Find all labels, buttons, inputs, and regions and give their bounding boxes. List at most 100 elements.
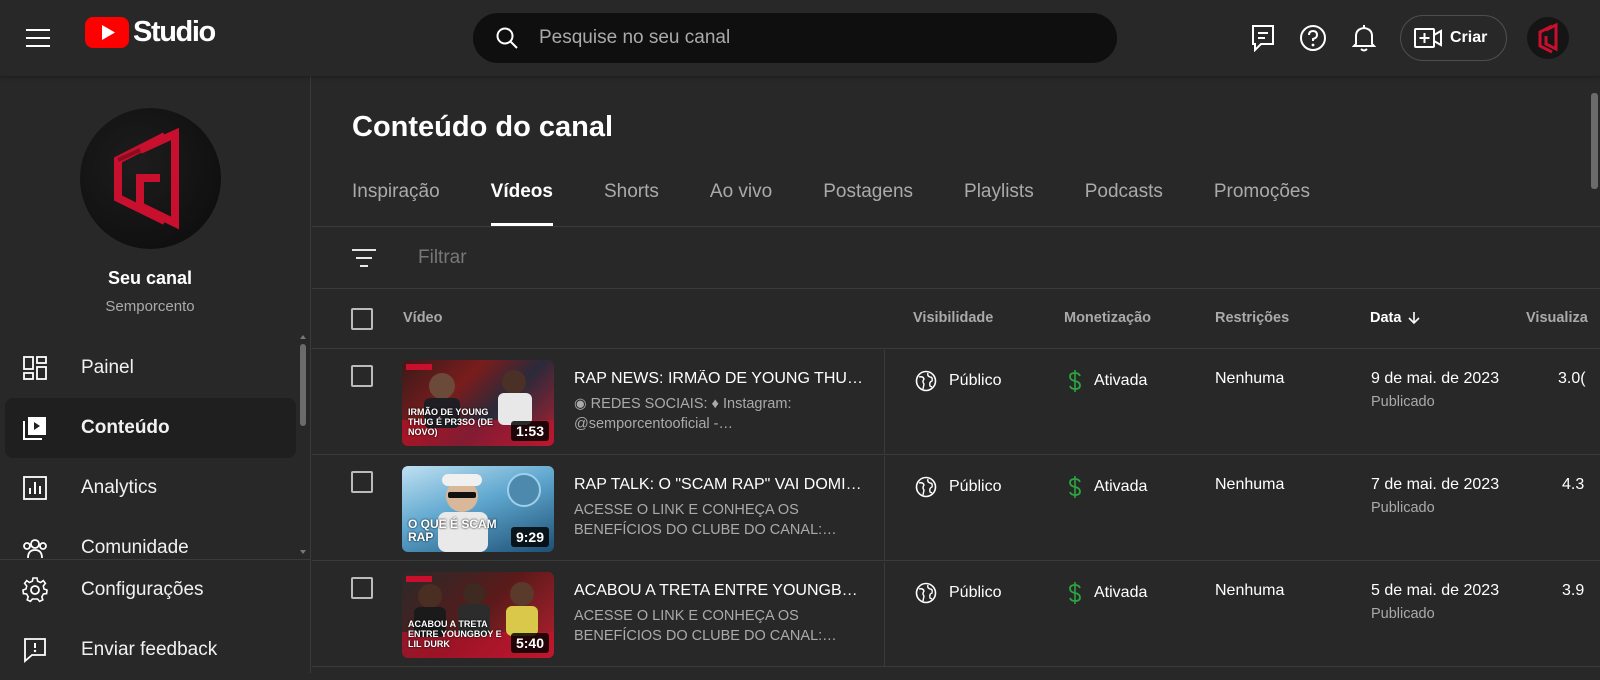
video-duration: 5:40	[510, 633, 549, 653]
main-scrollbar[interactable]	[1591, 93, 1598, 189]
video-thumbnail[interactable]: O QUE É SCAM RAP 9:29	[402, 466, 554, 552]
tab-videos[interactable]: Vídeos	[490, 181, 554, 226]
monetization-value: Ativada	[1094, 372, 1148, 389]
tab-podcasts[interactable]: Podcasts	[1085, 181, 1163, 226]
sidebar-item-label: Painel	[81, 357, 134, 378]
search-bar[interactable]	[473, 13, 1117, 63]
sidebar-scrollbar[interactable]	[300, 344, 306, 426]
sidebar-item-label: Configurações	[81, 579, 204, 600]
video-description: ACESSE O LINK E CONHEÇA OS BENEFÍCIOS DO…	[574, 500, 844, 540]
feedback-icon	[22, 637, 48, 663]
monetization-cell[interactable]: Ativada	[1068, 370, 1147, 392]
sidebar-item-analytics[interactable]: Analytics	[5, 458, 296, 518]
column-restrictions[interactable]: Restrições	[1215, 310, 1289, 326]
table-row[interactable]: O QUE É SCAM RAP 9:29 RAP TALK: O "SCAM …	[312, 456, 1600, 561]
studio-logo[interactable]: Studio	[85, 17, 216, 48]
video-thumbnail[interactable]: ACABOU A TRETA ENTRE YOUNGBOY E LIL DURK…	[402, 572, 554, 658]
select-all-checkbox[interactable]	[351, 308, 373, 330]
channel-handle: Semporcento	[105, 298, 195, 315]
table-header: Vídeo Visibilidade Monetização Restriçõe…	[312, 289, 1600, 349]
video-duration: 1:53	[510, 421, 549, 441]
column-monetization[interactable]: Monetização	[1064, 310, 1151, 326]
community-icon	[22, 535, 48, 561]
tab-ao-vivo[interactable]: Ao vivo	[710, 181, 772, 226]
scroll-up-arrow-icon[interactable]	[300, 335, 306, 339]
visibility-value: Público	[949, 478, 1002, 495]
scroll-down-arrow-icon[interactable]	[300, 550, 306, 554]
tab-postagens[interactable]: Postagens	[823, 181, 913, 226]
globe-icon	[915, 476, 937, 498]
globe-icon	[915, 370, 937, 392]
create-video-icon	[1414, 28, 1442, 48]
table-row[interactable]: IRMÃO DE YOUNG THUG É PR3SO (DE NOVO) 1:…	[312, 350, 1600, 455]
sidebar-item-configuracoes[interactable]: Configurações	[5, 560, 311, 620]
date-status: Publicado	[1371, 606, 1435, 622]
filter-icon[interactable]	[350, 244, 378, 272]
monetization-value: Ativada	[1094, 584, 1148, 601]
filter-input[interactable]	[418, 240, 818, 276]
date-status: Publicado	[1371, 394, 1435, 410]
sidebar-bottom: Configurações Enviar feedback	[0, 559, 311, 680]
search-input[interactable]	[539, 27, 1079, 49]
help-icon[interactable]	[1297, 22, 1329, 54]
tab-inspiracao[interactable]: Inspiração	[352, 181, 440, 226]
create-button[interactable]: Criar	[1400, 15, 1507, 61]
hamburger-menu-icon[interactable]	[20, 20, 56, 56]
channel-name[interactable]: Seu canal	[0, 268, 300, 289]
table-row[interactable]: ACABOU A TRETA ENTRE YOUNGBOY E LIL DURK…	[312, 562, 1600, 667]
tab-promocoes[interactable]: Promoções	[1214, 181, 1310, 226]
video-thumbnail[interactable]: IRMÃO DE YOUNG THUG É PR3SO (DE NOVO) 1:…	[402, 360, 554, 446]
video-title[interactable]: ACABOU A TRETA ENTRE YOUNGBOY…	[574, 582, 864, 600]
youtube-logo-icon	[85, 17, 129, 48]
account-avatar[interactable]	[1527, 17, 1569, 59]
description-line: BENEFÍCIOS DO CLUBE DO CANAL:…	[574, 628, 837, 644]
views-value: 4.3	[1562, 476, 1585, 493]
visibility-cell[interactable]: Público	[915, 476, 1001, 498]
date-value: 7 de mai. de 2023	[1371, 476, 1500, 493]
video-description: ◉ REDES SOCIAIS: ♦ Instagram: @semporcen…	[574, 394, 844, 434]
create-label: Criar	[1450, 29, 1488, 46]
page-title: Conteúdo do canal	[352, 111, 613, 143]
column-date[interactable]: Data	[1370, 310, 1421, 326]
row-checkbox[interactable]	[351, 471, 373, 493]
notification-bell-icon[interactable]	[1348, 22, 1380, 54]
feedback-chat-icon[interactable]	[1247, 22, 1279, 54]
thumbnail-caption: IRMÃO DE YOUNG THUG É PR3SO (DE NOVO)	[408, 407, 494, 438]
channel-avatar[interactable]	[80, 108, 221, 249]
column-date-label: Data	[1370, 310, 1402, 326]
visibility-value: Público	[949, 584, 1002, 601]
monetization-cell[interactable]: Ativada	[1068, 582, 1147, 604]
row-checkbox[interactable]	[351, 365, 373, 387]
column-divider	[884, 350, 885, 455]
tab-shorts[interactable]: Shorts	[604, 181, 659, 226]
tab-playlists[interactable]: Playlists	[964, 181, 1034, 226]
visibility-cell[interactable]: Público	[915, 370, 1001, 392]
description-line: BENEFÍCIOS DO CLUBE DO CANAL:…	[574, 522, 837, 538]
column-views[interactable]: Visualiza	[1526, 310, 1588, 326]
sidebar-item-enviar-feedback[interactable]: Enviar feedback	[5, 620, 311, 680]
sidebar-item-label: Conteúdo	[81, 417, 170, 438]
video-title[interactable]: RAP TALK: O "SCAM RAP" VAI DOMIN…	[574, 476, 864, 494]
sidebar-item-painel[interactable]: Painel	[5, 338, 296, 398]
search-icon	[496, 27, 518, 49]
top-bar: Studio Criar	[0, 0, 1600, 76]
content-tabs: Inspiração Vídeos Shorts Ao vivo Postage…	[352, 181, 1361, 226]
dollar-icon	[1069, 476, 1081, 498]
column-video: Vídeo	[403, 310, 443, 326]
column-visibility[interactable]: Visibilidade	[913, 310, 993, 326]
monetization-cell[interactable]: Ativada	[1068, 476, 1147, 498]
views-value: 3.0(	[1558, 370, 1586, 387]
video-title[interactable]: RAP NEWS: IRMÃO DE YOUNG THUG …	[574, 370, 864, 388]
content-icon	[22, 415, 48, 441]
sort-down-arrow-icon	[1408, 312, 1421, 325]
thumbnail-caption: ACABOU A TRETA ENTRE YOUNGBOY E LIL DURK	[408, 619, 502, 650]
dashboard-icon	[22, 355, 48, 381]
monetization-value: Ativada	[1094, 478, 1148, 495]
sidebar-item-conteudo[interactable]: Conteúdo	[5, 398, 296, 458]
column-divider	[884, 562, 885, 667]
column-divider	[884, 456, 885, 561]
row-checkbox[interactable]	[351, 577, 373, 599]
visibility-cell[interactable]: Público	[915, 582, 1001, 604]
sidebar-item-label: Comunidade	[81, 537, 189, 558]
date-value: 9 de mai. de 2023	[1371, 370, 1500, 387]
